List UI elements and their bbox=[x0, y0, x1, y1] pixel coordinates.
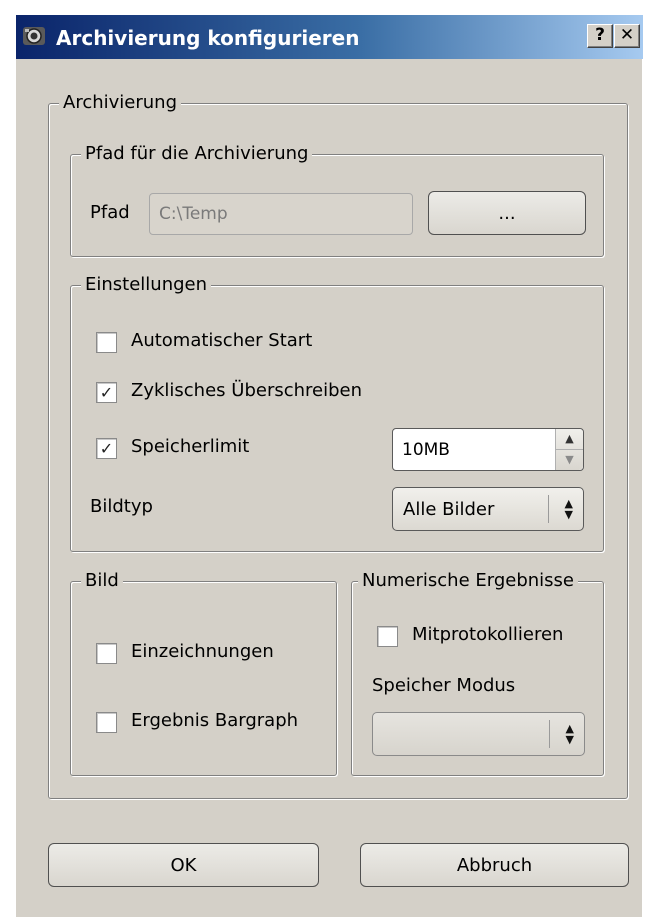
pfad-group: Pfad für die Archivierung Pfad C:\Temp .… bbox=[70, 142, 604, 257]
pfad-input[interactable]: C:\Temp bbox=[149, 193, 413, 235]
bildtyp-label: Bildtyp bbox=[90, 496, 153, 517]
help-button[interactable]: ? bbox=[587, 24, 613, 48]
speicherlimit-checkbox[interactable]: ✓ bbox=[96, 438, 117, 459]
window-title: Archivierung konfigurieren bbox=[56, 26, 360, 50]
speicher-modus-label: Speicher Modus bbox=[372, 675, 516, 696]
combo-updown-arrow-icon: ▲ ▼ bbox=[564, 497, 573, 521]
einzeichnungen-checkbox[interactable] bbox=[96, 643, 117, 664]
archivierung-legend: Archivierung bbox=[59, 91, 181, 115]
combo-separator bbox=[549, 720, 550, 748]
spin-down-arrow-icon[interactable]: ▼ bbox=[556, 450, 583, 471]
numerisch-group: Numerische Ergebnisse Mitprotokollieren … bbox=[351, 569, 604, 776]
einzeichnungen-label: Einzeichnungen bbox=[131, 641, 274, 662]
pfad-label: Pfad bbox=[90, 202, 130, 223]
numerisch-legend: Numerische Ergebnisse bbox=[358, 569, 578, 593]
zyklisch-check: ✓ bbox=[99, 382, 114, 402]
mitprotokollieren-checkbox[interactable] bbox=[377, 626, 398, 647]
bild-legend: Bild bbox=[81, 569, 123, 593]
mitprotokollieren-label: Mitprotokollieren bbox=[412, 624, 564, 645]
pfad-group-legend: Pfad für die Archivierung bbox=[81, 142, 313, 166]
bild-group: Bild Einzeichnungen Ergebnis Bargraph bbox=[70, 569, 337, 776]
spin-up-arrow-icon[interactable]: ▲ bbox=[556, 429, 583, 450]
bildtyp-value: Alle Bilder bbox=[403, 498, 495, 520]
zyklisch-label: Zyklisches Überschreiben bbox=[131, 380, 363, 401]
combo-updown-arrow-icon: ▲ ▼ bbox=[565, 722, 574, 746]
close-button[interactable]: ✕ bbox=[614, 24, 640, 48]
title-bar[interactable]: Archivierung konfigurieren ? ✕ bbox=[16, 15, 643, 59]
einstellungen-group: Einstellungen Automatischer Start ✓ Zykl… bbox=[70, 273, 604, 552]
einstellungen-legend: Einstellungen bbox=[81, 273, 212, 297]
speicherlimit-label: Speicherlimit bbox=[131, 436, 250, 457]
speicherlimit-value: 10MB bbox=[402, 439, 450, 460]
bargraph-label: Ergebnis Bargraph bbox=[131, 710, 299, 731]
speicherlimit-check: ✓ bbox=[99, 438, 114, 458]
bildtyp-combobox[interactable]: Alle Bilder ▲ ▼ bbox=[392, 487, 584, 531]
archive-config-dialog: Archivierung konfigurieren ? ✕ Archivier… bbox=[15, 14, 643, 917]
ok-button[interactable]: OK bbox=[48, 843, 319, 887]
browse-button[interactable]: ... bbox=[428, 191, 586, 235]
speicher-modus-combobox[interactable]: ▲ ▼ bbox=[372, 712, 585, 756]
combo-separator bbox=[548, 495, 549, 523]
speicherlimit-spinbox[interactable]: 10MB ▲ ▼ bbox=[392, 428, 584, 471]
speicherlimit-spin-arrows: ▲ ▼ bbox=[555, 429, 583, 470]
cancel-button[interactable]: Abbruch bbox=[360, 843, 629, 887]
zyklisch-checkbox[interactable]: ✓ bbox=[96, 382, 117, 403]
auto-start-checkbox[interactable] bbox=[96, 332, 117, 353]
auto-start-label: Automatischer Start bbox=[131, 330, 313, 351]
app-camera-icon bbox=[23, 27, 45, 45]
bargraph-checkbox[interactable] bbox=[96, 712, 117, 733]
